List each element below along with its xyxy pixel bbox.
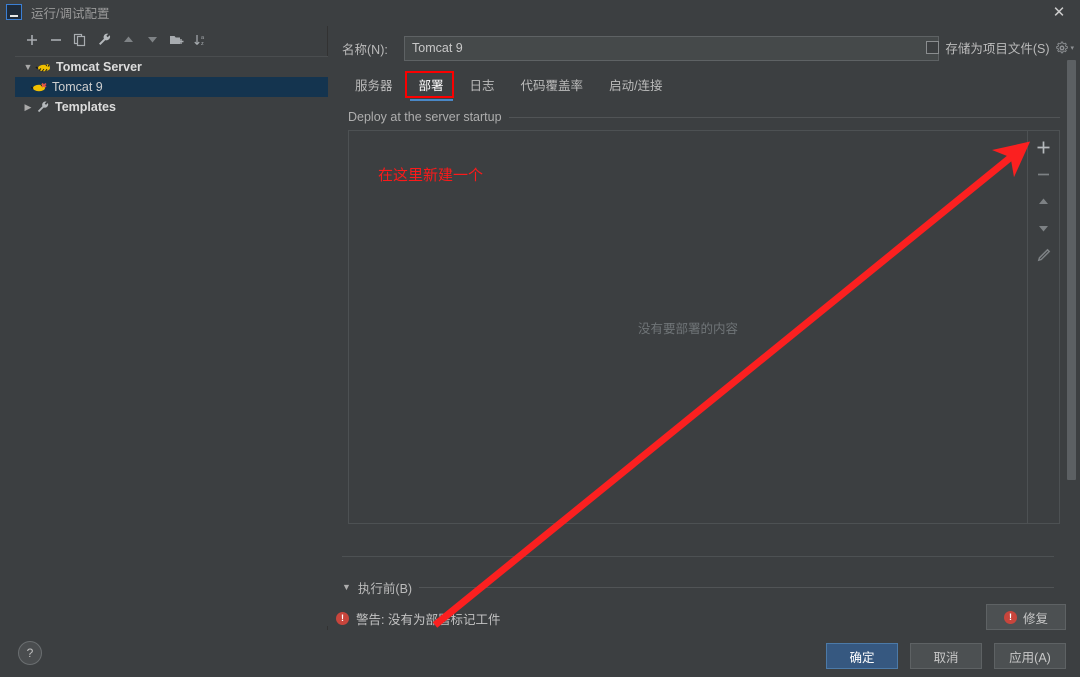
before-launch-divider [419,586,1054,588]
intellij-logo-icon [6,4,22,20]
configurations-tree[interactable]: ▼ Tomcat Server Tomcat 9 ▶ Templates [15,56,328,626]
tree-item-tomcat-server[interactable]: ▼ Tomcat Server [15,57,328,77]
tab-server[interactable]: 服务器 [342,73,406,99]
deploy-artifacts-box: 没有要部署的内容 [348,130,1060,524]
store-as-project-file-label: 存储为项目文件(S) [945,42,1050,56]
chevron-down-icon[interactable]: ▼ [342,582,351,592]
warning-icon: ! [1003,610,1017,624]
ok-button[interactable]: 确定 [826,643,898,669]
tab-code-coverage[interactable]: 代码覆盖率 [508,73,597,99]
tree-item-label: Tomcat Server [56,60,142,74]
tab-deployment[interactable]: 部署 [406,73,457,101]
move-down-button[interactable] [141,29,163,51]
move-up-button[interactable] [117,29,139,51]
run-debug-configurations-dialog: 运行/调试配置 ✕ a z ▼ Tomcat Server Tomcat 9 ▶… [0,0,1080,677]
tab-startup-connection[interactable]: 启动/连接 [596,73,675,99]
tree-item-tomcat-9[interactable]: Tomcat 9 [15,77,328,97]
copy-configuration-button[interactable] [69,29,91,51]
empty-placeholder: 没有要部署的内容 [637,321,738,336]
section-divider [342,556,1054,557]
configurations-panel: a z ▼ Tomcat Server Tomcat 9 ▶ Templates [8,26,328,630]
configuration-editor-pane: 名称(N): 存储为项目文件(S) ▾ 服务器 部署 日志 代码覆盖率 启动/连… [336,26,1080,630]
deploy-edit-button[interactable] [1033,245,1055,265]
scrollbar-thumb[interactable] [1067,60,1076,480]
tree-item-label: Templates [55,100,116,114]
tree-item-label: Tomcat 9 [52,80,103,94]
deploy-artifacts-list[interactable]: 没有要部署的内容 [349,131,1027,523]
edit-templates-button[interactable] [93,29,115,51]
add-configuration-button[interactable] [21,29,43,51]
dialog-button-row: 确定 取消 应用(A) [826,643,1066,669]
apply-button[interactable]: 应用(A) [994,643,1066,669]
deploy-group-label: Deploy at the server startup [348,110,502,124]
fix-button[interactable]: ! 修复 [986,604,1066,630]
before-launch-label: 执行前(B) [357,581,413,596]
sort-alphabetically-button[interactable]: a z [189,29,211,51]
deploy-remove-button[interactable] [1033,164,1055,184]
tree-item-templates[interactable]: ▶ Templates [15,97,328,117]
warning-icon: ! [336,611,349,625]
vertical-scrollbar[interactable] [1067,60,1076,480]
expand-collapse-icon[interactable]: ▶ [21,102,35,113]
close-icon[interactable]: ✕ [1038,0,1080,24]
tomcat-icon [30,80,48,94]
deploy-move-up-button[interactable] [1033,191,1055,211]
expand-collapse-icon[interactable]: ▼ [21,62,35,72]
cancel-button[interactable]: 取消 [910,643,982,669]
warning-text: 警告: 没有为部署标记工件 [356,612,501,627]
gear-dropdown-icon[interactable]: ▾ [1055,41,1074,55]
name-label: 名称(N): [342,42,388,57]
configuration-tabs: 服务器 部署 日志 代码覆盖率 启动/连接 [342,71,1062,101]
dialog-title: 运行/调试配置 [31,6,110,21]
configurations-toolbar: a z [8,26,328,53]
warning-row: ! 警告: 没有为部署标记工件 [336,608,1080,628]
remove-configuration-button[interactable] [45,29,67,51]
deploy-group-header: Deploy at the server startup [348,108,1060,126]
fix-button-label: 修复 [1022,611,1048,626]
before-launch-section[interactable]: ▼ 执行前(B) [342,578,1054,596]
annotation-text: 在这里新建一个 [378,166,484,184]
deploy-actions-column [1027,131,1059,523]
help-button[interactable]: ? [18,641,42,665]
store-as-project-file-checkbox[interactable] [926,41,940,54]
name-input[interactable] [404,35,939,61]
deploy-add-button[interactable] [1033,137,1055,157]
title-bar: 运行/调试配置 ✕ [0,0,1080,24]
tab-logs[interactable]: 日志 [457,73,508,99]
new-folder-button[interactable] [165,29,187,51]
deploy-move-down-button[interactable] [1033,218,1055,238]
store-as-project-file-row[interactable]: 存储为项目文件(S) ▾ [926,38,1074,57]
tomcat-icon [35,60,52,74]
svg-text:z: z [201,41,204,47]
wrench-icon [35,100,51,114]
header-divider [508,116,1060,118]
